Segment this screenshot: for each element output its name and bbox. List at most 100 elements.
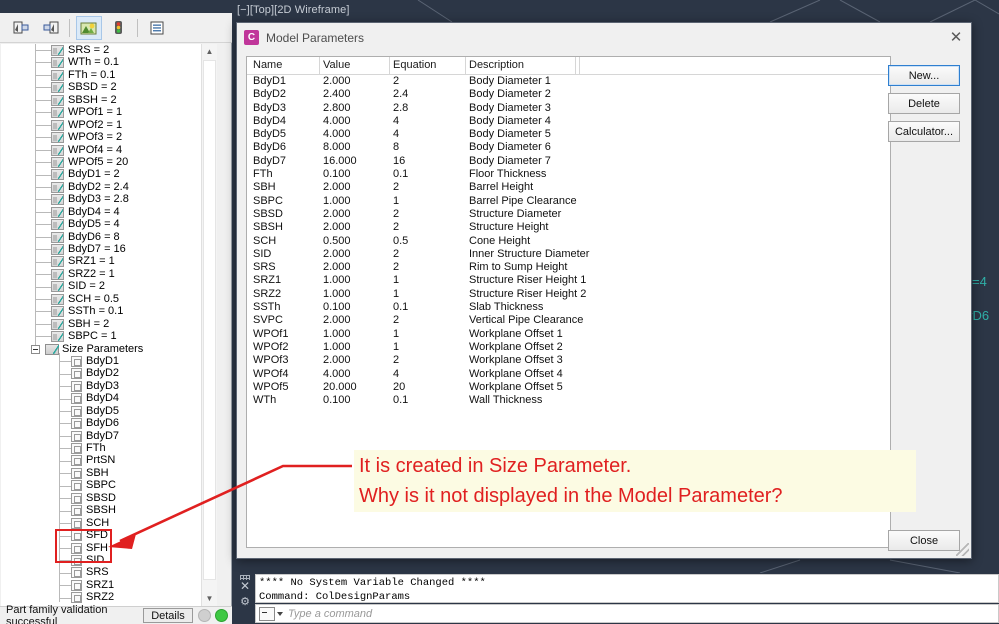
tree-item-size-parameter[interactable]: SBSD (1, 492, 217, 504)
tree-item-expression[interactable]: SRZ1 = 1 (1, 255, 217, 268)
table-row[interactable]: SBSH 2.000 2 Structure Height (247, 221, 890, 234)
tree-vertical-scrollbar[interactable]: ▲ ▼ (201, 44, 217, 606)
customize-icon[interactable]: ⚙ (240, 596, 250, 609)
part-builder-icon[interactable] (76, 15, 102, 40)
grid-column-divider[interactable] (575, 57, 576, 74)
command-input-row[interactable]: Type a command (255, 604, 999, 623)
grid-column-divider[interactable] (579, 57, 580, 74)
close-icon[interactable]: ✕ (945, 27, 967, 47)
table-row[interactable]: SID 2.000 2 Inner Structure Diameter (247, 248, 890, 261)
tree-item-size-parameter[interactable]: SRZ2 (1, 591, 217, 604)
tree-item-size-parameter[interactable]: BdyD5 (1, 405, 217, 417)
collapse-expander-icon[interactable] (31, 344, 40, 354)
table-row[interactable]: SCH 0.500 0.5 Cone Height (247, 235, 890, 248)
tree-item-expression[interactable]: SSTh = 0.1 (1, 305, 217, 318)
grid-header-row[interactable]: Name Value Equation Description (247, 57, 890, 75)
table-row[interactable]: BdyD2 2.400 2.4 Body Diameter 2 (247, 88, 890, 101)
grid-body[interactable]: BdyD1 2.000 2 Body Diameter 1 BdyD2 2.400 2.4 B… (247, 75, 890, 407)
tree-item-expression[interactable]: SBSD = 2 (1, 81, 217, 94)
export-icon[interactable] (37, 16, 63, 40)
grid-column-header[interactable]: Description (469, 59, 524, 71)
table-row[interactable]: BdyD3 2.800 2.8 Body Diameter 3 (247, 102, 890, 115)
table-row[interactable]: SBSD 2.000 2 Structure Diameter (247, 208, 890, 221)
tree-item-expression[interactable]: BdyD6 = 8 (1, 231, 217, 243)
table-row[interactable]: SSTh 0.100 0.1 Slab Thickness (247, 301, 890, 314)
tree-item-size-parameter[interactable]: PrtSN (1, 454, 217, 467)
resize-grip[interactable] (956, 543, 969, 556)
tree-item-size-parameter[interactable]: BdyD6 (1, 417, 217, 430)
tree-item-expression[interactable]: SBH = 2 (1, 318, 217, 330)
grid-column-divider[interactable] (389, 57, 390, 74)
tree-item-size-parameter[interactable]: BdyD2 (1, 367, 217, 380)
tree-item-expression[interactable]: WTh = 0.1 (1, 56, 217, 69)
tree-item-size-parameter[interactable]: BdyD1 (1, 355, 217, 367)
tree-item-size-parameter[interactable]: SRZ1 (1, 579, 217, 591)
tree-item-expression[interactable]: WPOf4 = 4 (1, 144, 217, 156)
close-command-line-icon[interactable]: ✕ (240, 580, 250, 593)
tree-item-expression[interactable]: WPOf3 = 2 (1, 131, 217, 144)
table-row[interactable]: WPOf2 1.000 1 Workplane Offset 2 (247, 341, 890, 354)
table-row[interactable]: BdyD1 2.000 2 Body Diameter 1 (247, 75, 890, 88)
calculator-button[interactable]: Calculator... (888, 121, 960, 142)
validate-icon[interactable] (105, 16, 131, 40)
tree-item-expression[interactable]: SBSH = 2 (1, 94, 217, 106)
tree-item-expression[interactable]: SBPC = 1 (1, 330, 217, 343)
table-row[interactable]: WPOf4 4.000 4 Workplane Offset 4 (247, 368, 890, 381)
list-view-icon[interactable] (144, 16, 170, 40)
tree-item-size-parameter[interactable]: BdyD7 (1, 430, 217, 442)
tree-item-expression[interactable]: SRS = 2 (1, 44, 217, 56)
tree-group-size-parameters[interactable]: Size Parameters (1, 343, 217, 355)
grid-column-header[interactable]: Value (323, 59, 350, 71)
table-row[interactable]: WTh 0.100 0.1 Wall Thickness (247, 394, 890, 407)
details-button[interactable]: Details (143, 608, 193, 623)
grid-column-divider[interactable] (319, 57, 320, 74)
tree-item-expression[interactable]: SRZ2 = 1 (1, 268, 217, 280)
tree-item-size-parameter[interactable]: FTh (1, 442, 217, 454)
tree-item-size-parameter[interactable]: BdyD4 (1, 392, 217, 405)
table-row[interactable]: BdyD5 4.000 4 Body Diameter 5 (247, 128, 890, 141)
viewport-label[interactable]: [−][Top][2D Wireframe] (237, 4, 350, 16)
table-row[interactable]: BdyD6 8.000 8 Body Diameter 6 (247, 141, 890, 154)
scroll-up-icon[interactable]: ▲ (202, 44, 217, 59)
tree-item-size-parameter[interactable]: SRS (1, 566, 217, 579)
table-row[interactable]: SRZ2 1.000 1 Structure Riser Height 2 (247, 288, 890, 301)
import-icon[interactable] (8, 16, 34, 40)
command-input-placeholder[interactable]: Type a command (288, 608, 372, 620)
tree-item-expression[interactable]: WPOf5 = 20 (1, 156, 217, 168)
table-row[interactable]: BdyD7 16.000 16 Body Diameter 7 (247, 155, 890, 168)
tree-item-expression[interactable]: BdyD4 = 4 (1, 206, 217, 218)
new-button[interactable]: New... (888, 65, 960, 86)
tree-item-size-parameter[interactable]: SBPC (1, 479, 217, 492)
chevron-down-icon[interactable] (277, 611, 283, 616)
tree-item-expression[interactable]: BdyD3 = 2.8 (1, 193, 217, 206)
table-row[interactable]: SRS 2.000 2 Rim to Sump Height (247, 261, 890, 274)
tree-item-size-parameter[interactable]: SCH (1, 517, 217, 529)
table-row[interactable]: BdyD4 4.000 4 Body Diameter 4 (247, 115, 890, 128)
table-row[interactable]: WPOf5 20.000 20 Workplane Offset 5 (247, 381, 890, 394)
tree-item-expression[interactable]: SCH = 0.5 (1, 293, 217, 305)
table-row[interactable]: FTh 0.100 0.1 Floor Thickness (247, 168, 890, 181)
tree-item-size-parameter[interactable]: SBH (1, 467, 217, 479)
tree-item-size-parameter[interactable]: BdyD3 (1, 380, 217, 392)
table-row[interactable]: WPOf3 2.000 2 Workplane Offset 3 (247, 354, 890, 367)
grid-column-header[interactable]: Name (253, 59, 282, 71)
tree-item-expression[interactable]: WPOf2 = 1 (1, 119, 217, 131)
grid-column-divider[interactable] (465, 57, 466, 74)
delete-button[interactable]: Delete (888, 93, 960, 114)
close-button[interactable]: Close (888, 530, 960, 551)
tree-item-expression[interactable]: WPOf1 = 1 (1, 106, 217, 119)
table-row[interactable]: SRZ1 1.000 1 Structure Riser Height 1 (247, 274, 890, 287)
table-row[interactable]: SBPC 1.000 1 Barrel Pipe Clearance (247, 195, 890, 208)
scroll-down-icon[interactable]: ▼ (202, 591, 217, 606)
dialog-title-bar[interactable]: C Model Parameters ✕ (237, 23, 971, 52)
scrollbar-thumb[interactable] (203, 60, 216, 580)
tree-scroll-area[interactable]: SRS = 2 WTh = 0.1 FTh = 0.1 SBSD = 2 SBSH = … (1, 44, 217, 606)
grid-column-header[interactable]: Equation (393, 59, 436, 71)
command-history[interactable]: **** No System Variable Changed **** Com… (255, 574, 999, 603)
tree-item-expression[interactable]: BdyD5 = 4 (1, 218, 217, 231)
tree-item-expression[interactable]: BdyD7 = 16 (1, 243, 217, 255)
table-row[interactable]: WPOf1 1.000 1 Workplane Offset 1 (247, 328, 890, 341)
tree-item-size-parameter[interactable]: SBSH (1, 504, 217, 517)
table-row[interactable]: SVPC 2.000 2 Vertical Pipe Clearance (247, 314, 890, 327)
tree-item-expression[interactable]: BdyD2 = 2.4 (1, 181, 217, 193)
